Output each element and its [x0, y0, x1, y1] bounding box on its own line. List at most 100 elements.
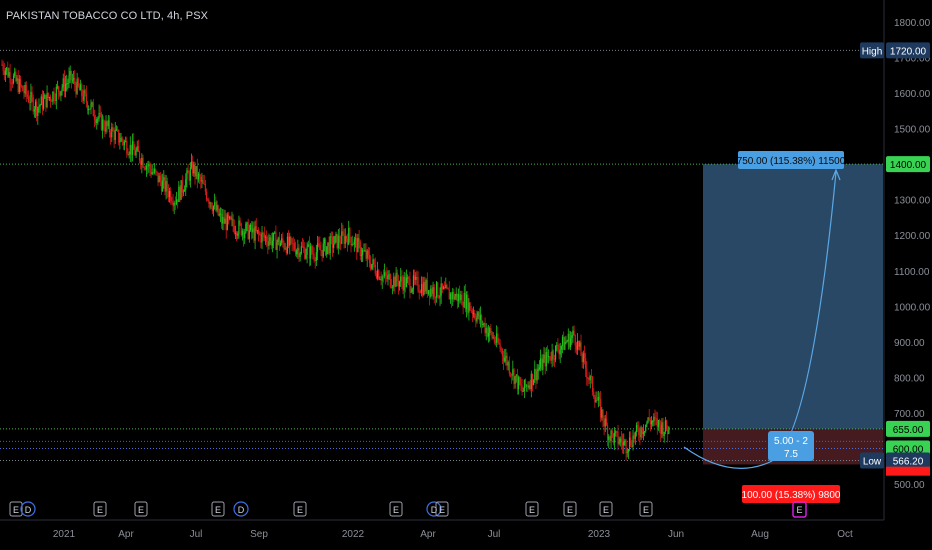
- candle-body: [581, 355, 583, 363]
- candle-body: [199, 173, 201, 177]
- candle-body: [411, 288, 413, 292]
- candle-body: [304, 247, 306, 259]
- candle-body: [43, 98, 45, 109]
- candle-body: [341, 231, 343, 244]
- candle-body: [49, 97, 52, 101]
- candle-body: [433, 287, 435, 297]
- candle-body: [497, 333, 499, 343]
- candle-body: [145, 165, 148, 170]
- candle-body: [623, 441, 625, 446]
- candle-body: [652, 421, 654, 423]
- candle-body: [254, 226, 256, 241]
- candle-body: [290, 236, 292, 239]
- candle-body: [4, 70, 7, 75]
- candle-body: [99, 112, 101, 114]
- candle-body: [505, 355, 507, 358]
- event-marker-label: E: [643, 505, 649, 515]
- candle-body: [596, 399, 598, 401]
- candle-body: [394, 277, 396, 287]
- candle-body: [423, 282, 425, 295]
- candle-body: [487, 332, 490, 337]
- candle-body: [209, 202, 211, 204]
- candle-body: [470, 310, 472, 312]
- candle-body: [605, 418, 608, 426]
- candle-body: [452, 291, 454, 300]
- candle-body: [640, 427, 642, 438]
- candle-body: [647, 417, 649, 423]
- candle-body: [170, 190, 172, 202]
- candle-body: [239, 220, 241, 224]
- candle-body: [74, 77, 76, 85]
- candle-body: [358, 238, 360, 242]
- candle-body: [152, 171, 154, 173]
- candle-body: [401, 276, 403, 283]
- candle-body: [483, 323, 485, 325]
- candle-body: [378, 270, 380, 280]
- candle-body: [137, 146, 139, 152]
- candle-body: [590, 376, 593, 378]
- candle-body: [86, 102, 89, 111]
- candle-body: [462, 305, 464, 308]
- candle-body: [283, 242, 285, 249]
- y-tick-label: 1600.00: [894, 89, 931, 100]
- candle-body: [32, 97, 34, 112]
- candle-body: [108, 120, 111, 133]
- candle-body: [172, 202, 174, 206]
- candle-body: [478, 312, 480, 321]
- candle-body: [259, 233, 261, 235]
- candle-body: [274, 232, 276, 234]
- candle-body: [91, 102, 93, 104]
- candle-body: [193, 164, 195, 174]
- candle-body: [531, 373, 534, 385]
- level-tag-label: Low: [863, 456, 882, 467]
- candle-body: [163, 177, 165, 181]
- candle-body: [93, 116, 96, 120]
- candle-body: [22, 86, 24, 92]
- candle-body: [489, 328, 491, 333]
- candle-body: [402, 282, 404, 291]
- candle-body: [496, 333, 498, 343]
- candle-body: [561, 336, 564, 347]
- candle-body: [615, 431, 617, 433]
- candle-body: [663, 431, 665, 436]
- candle-body: [552, 350, 554, 359]
- x-tick-label: 2023: [588, 529, 611, 540]
- candle-body: [551, 350, 553, 361]
- candle-body: [21, 85, 23, 87]
- candle-body: [616, 431, 618, 433]
- candle-body: [60, 90, 62, 96]
- candle-body: [450, 293, 453, 300]
- candle-body: [101, 119, 104, 130]
- candle-body: [96, 119, 98, 124]
- candle-body: [180, 180, 182, 200]
- candle-body: [15, 71, 17, 81]
- candle-body: [625, 440, 627, 454]
- candle-body: [657, 420, 660, 428]
- candle-body: [179, 186, 181, 200]
- stop-price-tag: [886, 466, 930, 476]
- candle-body: [100, 113, 102, 130]
- price-chart[interactable]: 500.00600.00700.00800.00900.001000.00110…: [0, 0, 932, 550]
- target-zone: [703, 164, 883, 429]
- event-marker-label: D: [238, 505, 245, 515]
- event-marker-label: E: [97, 505, 103, 515]
- candle-body: [211, 207, 213, 212]
- candle-body: [586, 368, 588, 378]
- candle-body: [255, 226, 257, 232]
- candle-body: [264, 236, 267, 238]
- candle-body: [360, 255, 363, 257]
- candle-body: [435, 282, 438, 298]
- candle-body: [661, 422, 663, 434]
- x-tick-label: Jul: [488, 529, 501, 540]
- candle-body: [156, 171, 158, 173]
- candle-body: [630, 437, 632, 446]
- candle-body: [359, 241, 361, 256]
- event-marker-label: E: [529, 505, 535, 515]
- candle-body: [370, 263, 372, 269]
- candle-body: [440, 283, 442, 296]
- candle-body: [220, 213, 223, 224]
- candle-body: [276, 242, 278, 250]
- candle-body: [300, 246, 302, 254]
- candle-body: [618, 442, 620, 444]
- candle-body: [249, 224, 252, 231]
